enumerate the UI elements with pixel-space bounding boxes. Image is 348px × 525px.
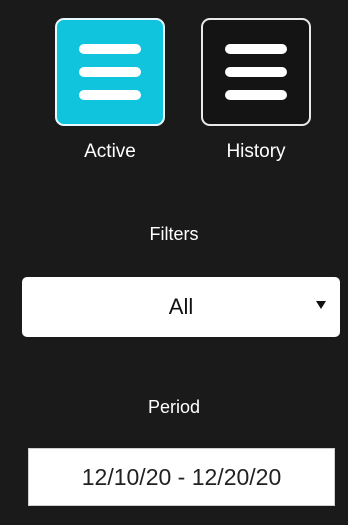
list-icon-line — [79, 90, 141, 100]
list-icon-line — [79, 67, 141, 77]
list-icon-line — [225, 90, 287, 100]
caret-down-icon — [316, 301, 326, 309]
period-label: Period — [147, 397, 201, 417]
active-view-label[interactable]: Active — [45, 141, 175, 163]
filters-label: Filters — [149, 224, 199, 244]
list-icon — [79, 44, 141, 100]
list-icon-line — [225, 44, 287, 54]
list-icon — [225, 44, 287, 100]
active-view-button[interactable] — [55, 18, 165, 126]
history-view-label[interactable]: History — [192, 141, 320, 163]
filter-select-value: All — [168, 294, 194, 319]
view-toggle: Active History — [55, 18, 311, 168]
list-icon-line — [79, 44, 141, 54]
list-icon-line — [225, 67, 287, 77]
period-date-range-field[interactable] — [28, 448, 335, 506]
filter-select[interactable]: All — [22, 277, 340, 337]
filter-panel: Active History Filters All Period — [0, 0, 348, 525]
history-view-button[interactable] — [201, 18, 311, 126]
